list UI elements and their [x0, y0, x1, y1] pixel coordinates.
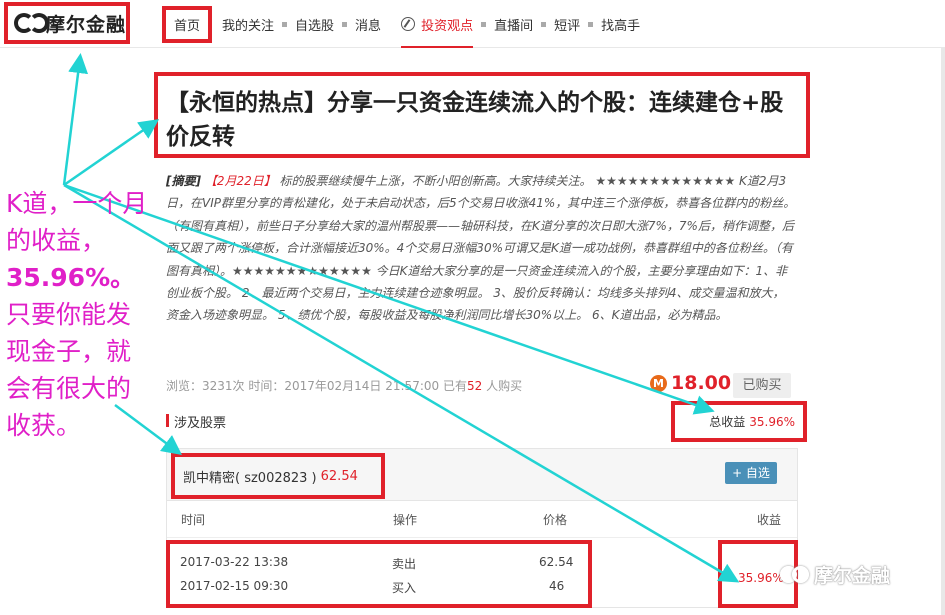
total-return-box: 总收益 35.96%: [671, 401, 807, 442]
stock-name: 凯中精密( sz002823 ): [183, 470, 317, 486]
compass-icon: [401, 17, 416, 31]
section-related-stocks: 涉及股票: [166, 412, 226, 431]
col-header-time: 时间: [181, 513, 206, 527]
watermark-text: 摩尔金融: [814, 565, 891, 587]
col-header-price: 价格: [543, 513, 568, 527]
nav-watchlist[interactable]: 自选股: [295, 15, 334, 34]
article-title: 【永恒的热点】分享一只资金连续流入的个股：连续建仓+股价反转: [166, 90, 784, 150]
annotation-line: 收获。: [6, 411, 82, 440]
table-row-op: 卖出: [392, 557, 417, 571]
summary-date: 【2月22日】: [204, 174, 276, 188]
nav-separator: [541, 21, 547, 27]
summary-tag: [摘要]: [166, 174, 201, 188]
trade-gain: 35.96%: [738, 571, 784, 585]
col-header-op: 操作: [393, 513, 418, 527]
col-header-gain: 收益: [757, 513, 782, 527]
page: 摩尔金融 首页 我的关注 自选股 消息 投资观点 直播间 短评 找高手 【永恒的…: [0, 0, 945, 615]
stock-panel-header: 凯中精密( sz002823 ) 62.54 + 自选: [167, 449, 797, 501]
nav-separator: [342, 21, 348, 27]
divider: [167, 537, 797, 538]
trade-rows-box: [166, 540, 592, 608]
scrollbar[interactable]: [941, 48, 945, 615]
table-row-time: 2017-03-22 13:38: [180, 555, 289, 569]
top-nav-bar: 摩尔金融 首页 我的关注 自选股 消息 投资观点 直播间 短评 找高手: [0, 0, 945, 48]
meta-views-time: 浏览：3231次 时间：2017年02月14日 21:57:00 已有: [166, 379, 467, 393]
add-watchlist-button[interactable]: + 自选: [725, 462, 777, 484]
table-row-time: 2017-02-15 09:30: [180, 579, 289, 593]
article-price: 18.00: [671, 372, 732, 394]
annotation-line: K道，一个月: [6, 189, 148, 218]
logo-mark-icon: [14, 13, 49, 33]
buyer-count: 52: [466, 379, 483, 393]
main-nav: 首页 我的关注 自选股 消息 投资观点 直播间 短评 找高手: [162, 0, 640, 48]
annotation-line: 现金子，就: [6, 337, 132, 366]
annotation-line: 只要你能发: [6, 300, 132, 329]
nav-my-follow[interactable]: 我的关注: [222, 15, 274, 34]
meta-suffix: 人购买: [482, 379, 523, 393]
annotation-line: 的收益，: [6, 226, 107, 255]
logo-text: 摩尔金融: [45, 13, 126, 36]
annotation-text: K道，一个月 的收益， 35.96%。 只要你能发 现金子，就 会有很大的 收获…: [6, 185, 156, 444]
stock-name-box[interactable]: 凯中精密( sz002823 ) 62.54: [171, 453, 385, 499]
total-return-value: 35.96%: [749, 414, 795, 429]
nav-find-experts[interactable]: 找高手: [601, 15, 640, 34]
nav-investment-views[interactable]: 投资观点: [401, 0, 474, 48]
nav-investment-views-label: 投资观点: [421, 18, 474, 34]
nav-live[interactable]: 直播间: [494, 15, 533, 34]
total-return-label: 总收益: [709, 415, 746, 429]
nav-messages[interactable]: 消息: [355, 15, 381, 34]
article-meta: 浏览：3231次 时间：2017年02月14日 21:57:00 已有52 人购…: [166, 377, 522, 394]
nav-short-comments[interactable]: 短评: [554, 15, 580, 34]
nav-separator: [588, 21, 594, 27]
table-row-price: 62.54: [539, 555, 574, 569]
purchased-button[interactable]: 已购买: [733, 373, 791, 398]
annotation-line: 35.96%。: [6, 263, 136, 292]
annotation-line: 会有很大的: [6, 374, 132, 403]
nav-home[interactable]: 首页: [162, 5, 213, 43]
summary-text: 标的股票继续慢牛上涨，不断小阳创新高。大家持续关注。 ★★★★★★★★★★★★★…: [166, 174, 796, 323]
table-row-op: 买入: [392, 581, 417, 595]
coin-icon: M: [650, 374, 667, 392]
site-logo[interactable]: 摩尔金融: [4, 2, 130, 44]
price-block: M 18.00: [650, 372, 731, 394]
nav-separator: [282, 21, 288, 27]
watermark: 摩尔金融: [780, 561, 890, 588]
article-summary: [摘要] 【2月22日】 标的股票继续慢牛上涨，不断小阳创新高。大家持续关注。 …: [166, 170, 796, 327]
nav-separator: [481, 21, 487, 27]
table-row-price: 46: [549, 579, 565, 593]
article-title-box: 【永恒的热点】分享一只资金连续流入的个股：连续建仓+股价反转: [154, 72, 810, 158]
watermark-logo-icon: [780, 565, 810, 584]
stock-price: 62.54: [320, 468, 358, 484]
